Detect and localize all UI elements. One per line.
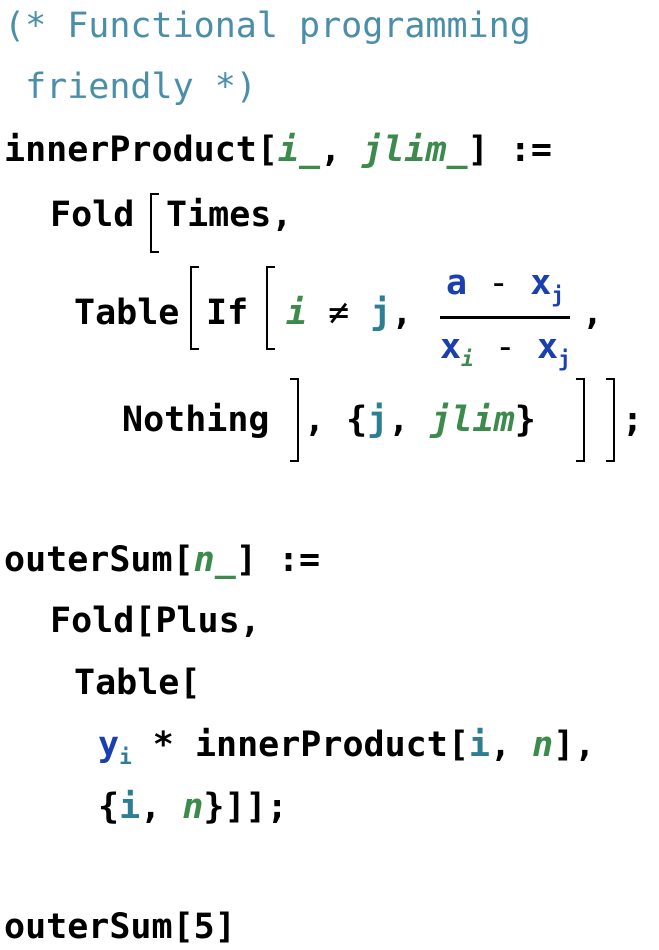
- pattern-i: i_: [277, 130, 321, 170]
- pattern-n: n_: [193, 540, 236, 580]
- call-n: n: [532, 725, 554, 765]
- table-open-bracket: [190, 266, 199, 350]
- fold-keyword: Fold: [50, 195, 135, 235]
- pattern-jlim: jlim_: [362, 130, 468, 170]
- fraction-numerator: a - xj: [445, 263, 565, 307]
- y-subscript: i: [119, 745, 132, 769]
- nothing-line: Nothing: [122, 403, 270, 438]
- fraction-bar: [440, 316, 570, 319]
- iter-i: i: [119, 787, 141, 827]
- comment-line-1: (* Functional programming: [4, 6, 531, 46]
- fraction-denominator: xi - xj: [440, 327, 571, 371]
- fold-plus-line: Fold[Plus,: [50, 601, 261, 641]
- outer-sum-name: outerSum: [4, 540, 173, 580]
- fraction: a - xj xi - xj: [440, 262, 571, 371]
- outer-sum-definition: outerSum[n_] :=: [4, 540, 321, 580]
- comment-line-2: friendly *): [4, 67, 257, 107]
- fraction-trailing-comma: ,: [582, 293, 604, 333]
- cond-j: j: [370, 293, 392, 333]
- inner-product-definition: innerProduct[i_, jlim_] :=: [4, 130, 552, 170]
- table-close-bracket: [576, 378, 585, 462]
- y-symbol: y: [98, 725, 120, 765]
- iter-jlim: jlim: [430, 400, 515, 440]
- fold-times-line: Fold: [50, 198, 134, 233]
- call-i: i: [468, 725, 490, 765]
- outer-iterator-line: {i, n}]];: [98, 787, 288, 827]
- nothing-keyword: Nothing: [122, 400, 270, 440]
- table-open-line: Table[: [74, 663, 201, 703]
- times-arg: Times,: [166, 195, 293, 235]
- inner-product-name: innerProduct: [4, 130, 257, 170]
- inner-product-call: innerProduct[: [194, 725, 469, 765]
- fold-close-bracket: [606, 378, 615, 462]
- invocation-line: outerSum[5]: [4, 907, 236, 947]
- if-open-bracket: [266, 266, 275, 350]
- cond-i: i: [286, 293, 308, 333]
- if-condition: i ≠ j,: [286, 293, 413, 333]
- product-line: yi * innerProduct[i, n],: [98, 725, 596, 769]
- iter-j: j: [367, 400, 389, 440]
- iter-n: n: [182, 787, 204, 827]
- statement-terminator: ;: [622, 400, 644, 440]
- if-close-bracket: [290, 378, 299, 462]
- if-keyword: If: [206, 293, 249, 333]
- fold-open-bracket: [150, 193, 159, 253]
- iterator-spec: , {j, jlim}: [304, 400, 536, 440]
- table-keyword: Table: [74, 293, 180, 333]
